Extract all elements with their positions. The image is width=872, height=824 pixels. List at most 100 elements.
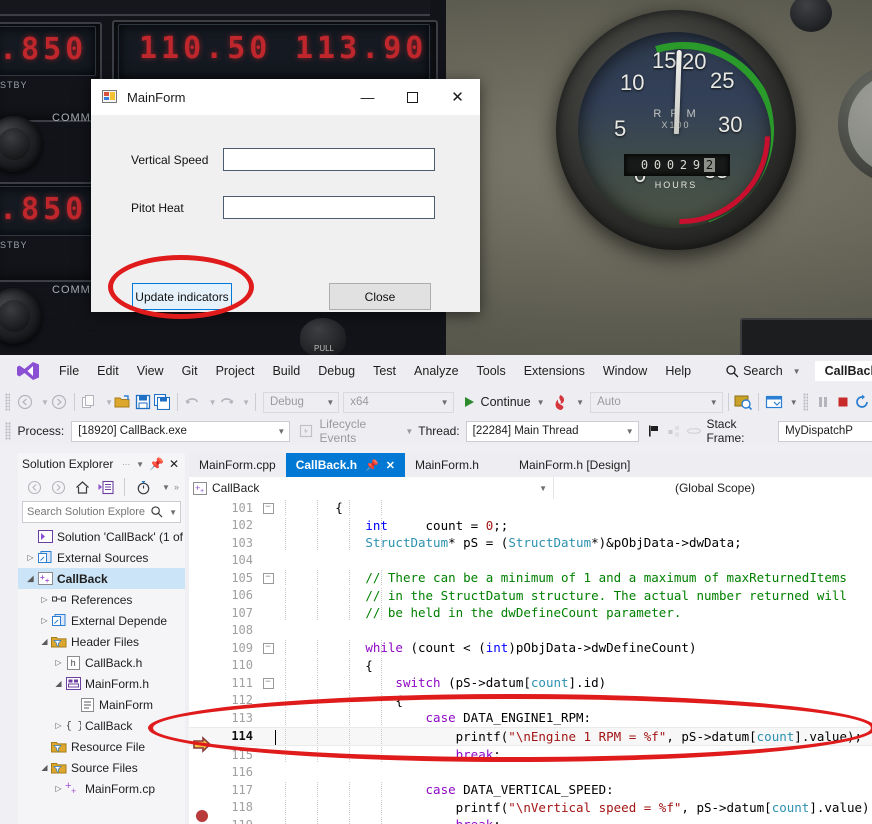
search-solution-explorer-input[interactable]: Search Solution Explore ▼	[22, 501, 181, 523]
toolbar-grip[interactable]	[5, 422, 11, 440]
stack-frame-combo[interactable]: MyDispatchP	[778, 421, 872, 442]
pin-icon[interactable]: 📌	[149, 457, 164, 471]
navigate-back-dropdown-icon[interactable]: ▼	[41, 398, 49, 407]
mainform-dialog[interactable]: MainForm — ✕ Vertical Speed Pitot Heat U…	[91, 79, 480, 312]
expanded-twisty-icon[interactable]: ◢	[38, 637, 51, 646]
close-button[interactable]: ✕	[435, 79, 480, 115]
code-line[interactable]: 111− switch (pS->datum[count].id)	[189, 674, 872, 692]
restart-icon[interactable]	[852, 391, 872, 413]
tab-mainform-cpp[interactable]: MainForm.cpp	[189, 453, 286, 477]
lifecycle-dropdown-icon[interactable]: ▼	[405, 427, 413, 436]
thread-combo[interactable]: [22284] Main Thread▼	[466, 421, 639, 442]
code-line[interactable]: 112 {	[189, 692, 872, 710]
new-item-icon[interactable]	[79, 391, 99, 413]
attach-to-process-icon[interactable]	[734, 391, 754, 413]
expanded-twisty-icon[interactable]: ◢	[38, 763, 51, 772]
lifecycle-events-label[interactable]: Lifecycle Events	[320, 417, 400, 445]
breakpoint-icon[interactable]	[195, 809, 209, 824]
solution-configuration-combo[interactable]: Debug▼	[263, 392, 339, 413]
code-text[interactable]: // be held in the dwDefineCount paramete…	[275, 605, 872, 620]
collapsed-twisty-icon[interactable]: ▷	[52, 658, 65, 667]
code-line[interactable]: 101− {	[189, 499, 872, 517]
menu-git[interactable]: Git	[173, 355, 207, 387]
break-all-icon[interactable]	[813, 391, 833, 413]
navigate-forward-icon[interactable]	[49, 391, 69, 413]
tab-callback-h[interactable]: CallBack.h 📌 ✕	[286, 453, 405, 477]
hot-reload-icon[interactable]	[551, 391, 571, 413]
menu-file[interactable]: File	[50, 355, 88, 387]
close-tab-icon[interactable]: ✕	[386, 459, 395, 472]
close-dialog-button[interactable]: Close	[329, 283, 431, 310]
code-line[interactable]: 109− while (count < (int)pObjData->dwDef…	[189, 639, 872, 657]
code-text[interactable]: printf("\nVertical speed = %f", pS->datu…	[275, 800, 872, 815]
tree-item-source-files[interactable]: ◢Source Files	[18, 757, 185, 778]
back-icon[interactable]	[24, 476, 46, 498]
redo-icon[interactable]	[217, 391, 237, 413]
tree-item-external-depende[interactable]: ▷External Depende	[18, 610, 185, 631]
menu-build[interactable]: Build	[263, 355, 309, 387]
navbar-type-combo[interactable]: ++ CallBack ▼	[189, 477, 554, 499]
continue-dropdown-icon[interactable]: ▼	[537, 398, 545, 407]
forward-icon[interactable]	[48, 476, 70, 498]
toolbar-overflow-icon[interactable]: »	[174, 482, 179, 492]
code-line[interactable]: 106 // in the StructDatum structure. The…	[189, 587, 872, 605]
pitot-heat-input[interactable]	[223, 196, 435, 219]
link-icon[interactable]	[684, 420, 704, 442]
process-combo[interactable]: [18920] CallBack.exe▼	[71, 421, 290, 442]
new-item-dropdown-icon[interactable]: ▼	[105, 398, 113, 407]
code-line[interactable]: 103 StructDatum* pS = (StructDatum*)&pOb…	[189, 534, 872, 552]
expanded-twisty-icon[interactable]: ◢	[24, 574, 37, 583]
menu-tools[interactable]: Tools	[468, 355, 515, 387]
code-text[interactable]: printf("\nEngine 1 RPM = %f", pS->datum[…	[275, 729, 872, 744]
chevron-down-icon[interactable]: ▼	[793, 367, 801, 376]
code-text[interactable]: break;	[275, 817, 872, 824]
code-line[interactable]: 114 printf("\nEngine 1 RPM = %f", pS->da…	[189, 727, 872, 747]
menu-extensions[interactable]: Extensions	[515, 355, 594, 387]
tree-item-mainform-cp[interactable]: ▷++MainForm.cp	[18, 778, 185, 799]
tab-mainform-h[interactable]: MainForm.h	[405, 453, 489, 477]
flag-icon[interactable]	[644, 420, 664, 442]
code-text[interactable]: break;	[275, 747, 872, 762]
step-dropdown-icon[interactable]: ▼	[790, 398, 798, 407]
undo-icon[interactable]	[183, 391, 203, 413]
home-icon[interactable]	[72, 476, 94, 498]
code-line[interactable]: 110 {	[189, 657, 872, 675]
code-text[interactable]: // There can be a minimum of 1 and a max…	[275, 570, 872, 585]
code-text[interactable]: {	[275, 693, 872, 708]
tree-item-external-sources[interactable]: ▷External Sources	[18, 547, 185, 568]
menu-project[interactable]: Project	[207, 355, 264, 387]
panel-dropdown-icon[interactable]: ▼	[136, 460, 144, 469]
mainform-titlebar[interactable]: MainForm — ✕	[91, 79, 480, 116]
collapsed-twisty-icon[interactable]: ▷	[38, 595, 51, 604]
code-text[interactable]: // in the StructDatum structure. The act…	[275, 588, 872, 603]
code-text[interactable]: switch (pS->datum[count].id)	[275, 675, 872, 690]
save-icon[interactable]	[133, 391, 153, 413]
collapse-region-icon[interactable]: −	[261, 572, 275, 584]
code-line[interactable]: 118 printf("\nVertical speed = %f", pS->…	[189, 799, 872, 817]
tree-item-callback[interactable]: ◢++CallBack	[18, 568, 185, 589]
open-file-icon[interactable]	[113, 391, 133, 413]
toolbar-grip[interactable]	[5, 393, 10, 411]
code-text[interactable]: case DATA_VERTICAL_SPEED:	[275, 782, 872, 797]
solution-platform-combo[interactable]: x64▼	[343, 392, 453, 413]
navigate-back-icon[interactable]	[15, 391, 35, 413]
toolbar-grip[interactable]	[803, 393, 808, 411]
tree-item-header-files[interactable]: ◢Header Files	[18, 631, 185, 652]
threads-window-icon[interactable]	[664, 420, 684, 442]
code-text[interactable]: {	[275, 500, 872, 515]
code-line[interactable]: 102 int count = 0;;	[189, 517, 872, 535]
menu-analyze[interactable]: Analyze	[405, 355, 467, 387]
tree-item-mainform[interactable]: MainForm	[18, 694, 185, 715]
lifecycle-events-icon[interactable]	[296, 420, 316, 442]
hot-reload-dropdown-icon[interactable]: ▼	[576, 398, 584, 407]
minimize-button[interactable]: —	[345, 79, 390, 115]
vertical-speed-input[interactable]	[223, 148, 435, 171]
code-text[interactable]: case DATA_ENGINE1_RPM:	[275, 710, 872, 725]
save-all-icon[interactable]	[152, 391, 172, 413]
code-text[interactable]: while (count < (int)pObjData->dwDefineCo…	[275, 640, 872, 655]
code-text-area[interactable]: 101− {102 int count = 0;;103 StructDatum…	[189, 499, 872, 824]
code-line[interactable]: 105− // There can be a minimum of 1 and …	[189, 569, 872, 587]
continue-button[interactable]: Continue ▼	[462, 395, 545, 409]
collapse-region-icon[interactable]: −	[261, 677, 275, 689]
tab-mainform-h-design[interactable]: MainForm.h [Design]	[509, 453, 640, 477]
